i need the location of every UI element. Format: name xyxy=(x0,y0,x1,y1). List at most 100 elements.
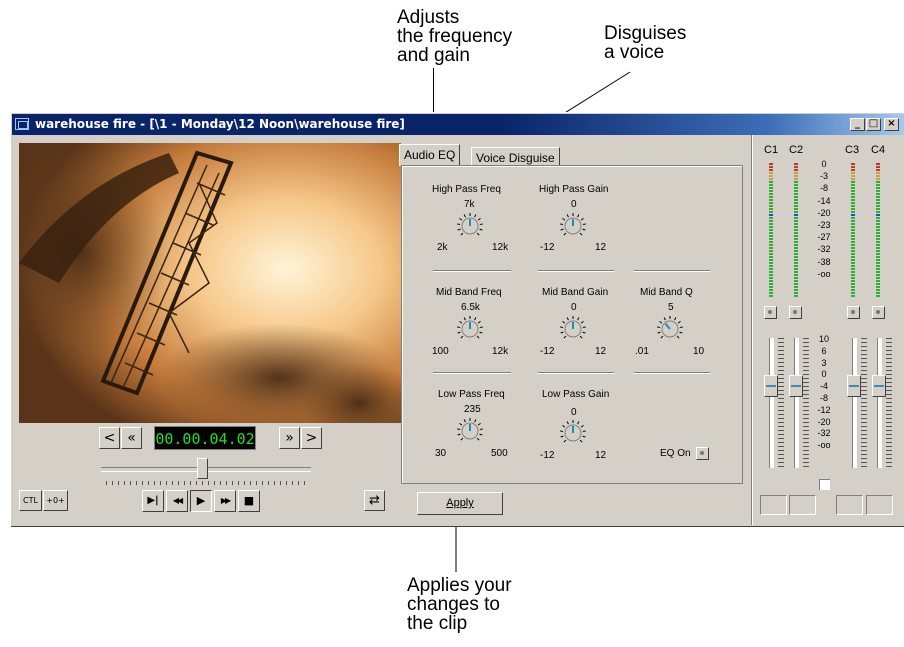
link-checkbox[interactable] xyxy=(819,479,830,490)
eq-on-toggle[interactable] xyxy=(696,447,709,460)
fader-scale-label: 0 xyxy=(821,369,827,380)
knob-dial xyxy=(560,213,586,236)
channel-button-c1[interactable] xyxy=(764,306,777,319)
mid-band-q-value: 5 xyxy=(668,302,674,313)
fader-scale-label: -12 xyxy=(817,404,831,415)
high-pass-gain-value: 0 xyxy=(571,199,577,210)
low-pass-freq-min: 30 xyxy=(435,448,447,459)
channel-box-c4 xyxy=(866,495,893,515)
high-pass-gain-min: -12 xyxy=(540,242,555,253)
eq-divider xyxy=(538,270,614,272)
meter-scale-label: -14 xyxy=(817,195,831,206)
high-pass-freq-knob[interactable] xyxy=(456,211,484,239)
channel-label-c4: C4 xyxy=(871,144,886,156)
mid-band-gain-min: -12 xyxy=(540,346,555,357)
low-pass-gain-knob[interactable] xyxy=(559,418,587,446)
fader-thumb-c1[interactable] xyxy=(764,375,778,398)
mid-band-q-knob[interactable] xyxy=(656,314,684,342)
rewind-fast-button[interactable]: « xyxy=(121,427,142,449)
fader-scale-label: 3 xyxy=(821,357,827,368)
meter-scale-label: 0 xyxy=(821,159,827,169)
high-pass-gain-label: High Pass Gain xyxy=(539,184,609,195)
fader-scale-label: -4 xyxy=(819,381,828,392)
minimize-button[interactable]: _ xyxy=(850,118,865,131)
low-pass-gain-min: -12 xyxy=(540,450,555,461)
fader-thumb-c4[interactable] xyxy=(872,375,886,398)
channel-button-c4[interactable] xyxy=(872,306,885,319)
scrub-thumb[interactable] xyxy=(197,458,208,479)
scrub-slider[interactable] xyxy=(101,458,311,488)
meter-scale-label: -3 xyxy=(819,171,828,182)
eq-divider xyxy=(634,270,710,272)
eq-divider xyxy=(538,372,614,374)
loop-button[interactable]: ⇄ xyxy=(364,490,385,511)
tab-voice-disguise[interactable]: Voice Disguise xyxy=(471,147,560,167)
high-pass-freq-max: 12k xyxy=(492,242,509,253)
audio-eq-panel: High Pass Freq 7k 2k 12k High Pass Gain … xyxy=(401,165,743,484)
meter-scale-label: -20 xyxy=(817,207,831,218)
meter-scale-label: -oo xyxy=(817,268,831,279)
channel-box-c3 xyxy=(836,495,863,515)
mid-band-gain-value: 0 xyxy=(571,302,577,313)
mid-band-freq-value: 6.5k xyxy=(461,302,480,313)
video-preview xyxy=(19,143,401,423)
mid-band-freq-knob[interactable] xyxy=(456,314,484,342)
window-icon xyxy=(15,118,29,130)
fader-thumb-c3[interactable] xyxy=(847,375,861,398)
high-pass-freq-label: High Pass Freq xyxy=(432,184,501,195)
rewind-button[interactable]: ◀◀ xyxy=(166,490,188,512)
meter-bridge xyxy=(751,135,753,525)
mid-band-freq-label: Mid Band Freq xyxy=(436,287,502,298)
fader-scale-label: -32 xyxy=(817,428,831,439)
knob-dial xyxy=(457,213,483,236)
level-meter-c2 xyxy=(794,163,798,300)
low-pass-freq-max: 500 xyxy=(491,448,508,459)
fader-thumb-c2[interactable] xyxy=(789,375,803,398)
low-pass-gain-value: 0 xyxy=(571,407,577,418)
meter-scale-label: -8 xyxy=(819,183,828,194)
fader-ticks-c1 xyxy=(778,338,784,468)
meter-scale-label: -32 xyxy=(817,244,831,255)
mid-band-freq-min: 100 xyxy=(432,346,449,357)
channel-button-c3[interactable] xyxy=(847,306,860,319)
stop-button[interactable]: ■ xyxy=(238,490,260,512)
fader-scale-label: 6 xyxy=(821,345,827,356)
offset-button[interactable]: +0+ xyxy=(43,490,68,511)
level-meter-c1 xyxy=(769,163,773,300)
close-button[interactable]: × xyxy=(884,118,899,131)
fader-track-c4 xyxy=(877,338,882,468)
fader-track-c3 xyxy=(852,338,857,468)
meter-scale-label: -23 xyxy=(817,220,831,230)
knob-dial xyxy=(457,316,483,339)
channel-button-c2[interactable] xyxy=(789,306,802,319)
play-button[interactable]: ▶ xyxy=(190,490,212,512)
fader-ticks-c3 xyxy=(861,338,867,468)
mid-band-q-max: 10 xyxy=(693,346,705,357)
high-pass-gain-knob[interactable] xyxy=(559,211,587,239)
low-pass-freq-knob[interactable] xyxy=(456,416,484,444)
fast-forward-button[interactable]: ▶▶ xyxy=(214,490,236,512)
mid-band-gain-max: 12 xyxy=(595,346,607,357)
prev-frame-button[interactable]: < xyxy=(99,427,120,449)
clip-window: warehouse fire - [\1 - Monday\12 Noon\wa… xyxy=(10,112,904,527)
mid-band-q-min: .01 xyxy=(635,346,649,357)
high-pass-gain-max: 12 xyxy=(595,242,607,253)
eq-divider xyxy=(433,372,511,374)
next-frame-button[interactable]: > xyxy=(301,427,322,449)
ctl-button[interactable]: CTL xyxy=(19,490,42,511)
scrub-ticks xyxy=(106,481,306,485)
knob-dial xyxy=(560,420,586,443)
low-pass-freq-label: Low Pass Freq xyxy=(438,389,505,400)
tab-audio-eq[interactable]: Audio EQ xyxy=(399,144,461,166)
mid-band-freq-max: 12k xyxy=(492,346,509,357)
apply-button[interactable]: Apply xyxy=(417,492,503,515)
mid-band-gain-knob[interactable] xyxy=(559,314,587,342)
channel-box-c1 xyxy=(760,495,787,515)
title-bar[interactable]: warehouse fire - [\1 - Monday\12 Noon\wa… xyxy=(12,114,904,135)
forward-fast-button[interactable]: » xyxy=(279,427,300,449)
play-selection-button[interactable]: ▶| xyxy=(142,490,164,512)
low-pass-gain-max: 12 xyxy=(595,450,607,461)
maximize-button[interactable]: □ xyxy=(866,118,881,131)
knob-dial xyxy=(457,418,483,441)
mid-band-q-label: Mid Band Q xyxy=(640,287,693,298)
